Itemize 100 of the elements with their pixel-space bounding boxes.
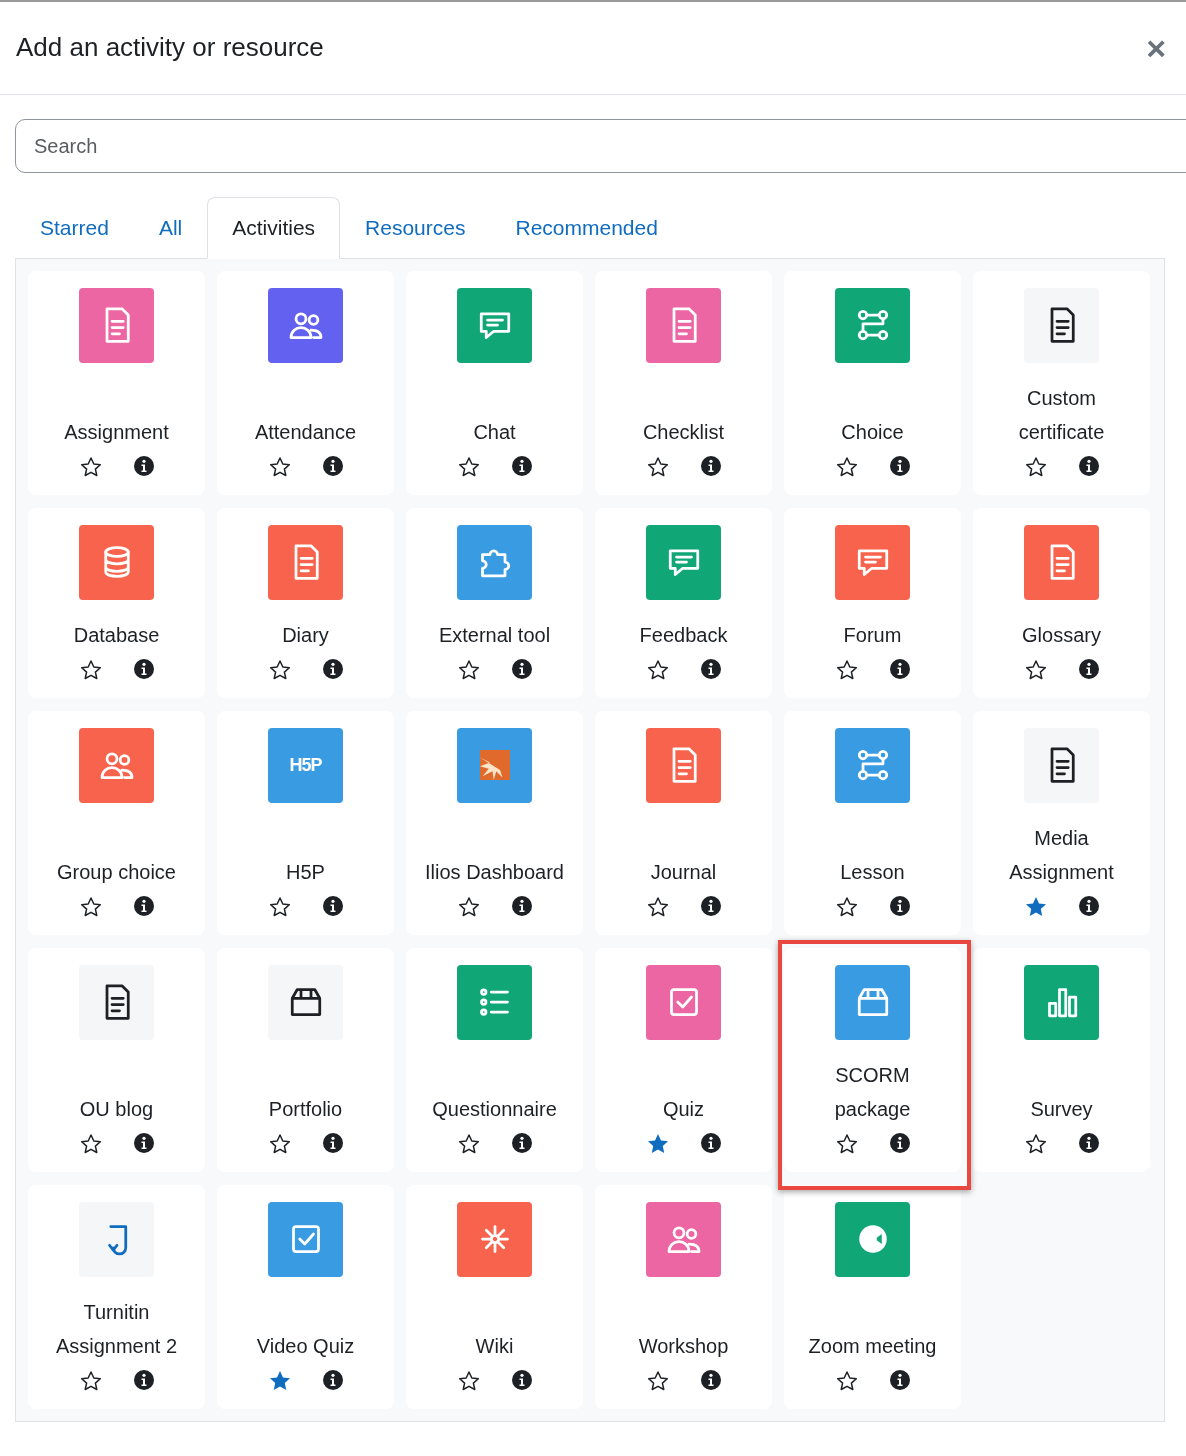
activity-name: Custom certificate (1017, 385, 1106, 445)
activity-card[interactable]: Wiki (406, 1184, 583, 1409)
search-field[interactable]: Search (15, 119, 1186, 173)
activity-name: External tool (437, 622, 552, 648)
tab[interactable]: All (133, 197, 208, 259)
info-icon[interactable] (888, 1131, 911, 1154)
activity-name: Journal (649, 859, 718, 885)
info-icon[interactable] (510, 1131, 533, 1154)
info-icon[interactable] (132, 454, 155, 477)
activity-card[interactable]: Turnitin Assignment 2 (28, 1184, 205, 1409)
info-icon[interactable] (510, 894, 533, 917)
star-icon[interactable] (267, 894, 292, 919)
activity-card[interactable]: Attendance (217, 270, 394, 495)
info-icon[interactable] (321, 657, 344, 680)
star-icon[interactable] (456, 454, 481, 479)
star-icon[interactable] (645, 657, 670, 682)
star-icon[interactable] (267, 657, 292, 682)
activity-card[interactable]: Journal (595, 710, 772, 935)
info-icon[interactable] (321, 1131, 344, 1154)
activity-card[interactable]: Ilios Dashboard (406, 710, 583, 935)
star-icon[interactable] (456, 1368, 481, 1393)
info-icon[interactable] (132, 1368, 155, 1391)
star-icon[interactable] (78, 454, 103, 479)
activity-card[interactable]: Forum (784, 507, 961, 698)
tab[interactable]: Activities (207, 197, 341, 259)
activity-card[interactable]: Database (28, 507, 205, 698)
star-icon[interactable] (78, 894, 103, 919)
star-icon[interactable] (1023, 657, 1048, 682)
activity-name: Questionnaire (431, 1096, 558, 1122)
info-icon[interactable] (132, 657, 155, 680)
activity-name: SCORM package (833, 1062, 912, 1122)
star-icon[interactable] (78, 657, 103, 682)
star-icon[interactable] (267, 1131, 292, 1156)
activity-card[interactable]: Media Assignment (973, 710, 1150, 935)
activity-card[interactable]: Group choice (28, 710, 205, 935)
info-icon[interactable] (1077, 454, 1100, 477)
star-icon[interactable] (645, 894, 670, 919)
info-icon[interactable] (888, 1368, 911, 1391)
star-icon[interactable] (78, 1131, 103, 1156)
star-icon[interactable] (834, 657, 859, 682)
star-icon[interactable] (267, 454, 292, 479)
info-icon[interactable] (888, 894, 911, 917)
info-icon[interactable] (1077, 657, 1100, 680)
activity-card[interactable]: Custom certificate (973, 270, 1150, 495)
activity-card[interactable]: Lesson (784, 710, 961, 935)
star-icon[interactable] (456, 894, 481, 919)
info-icon[interactable] (699, 1368, 722, 1391)
star-icon[interactable] (834, 1368, 859, 1393)
info-icon[interactable] (1077, 1131, 1100, 1154)
star-icon[interactable] (456, 1131, 481, 1156)
info-icon[interactable] (510, 454, 533, 477)
activity-name: Lesson (839, 859, 906, 885)
activity-card[interactable]: Survey (973, 947, 1150, 1172)
tab[interactable]: Recommended (490, 197, 683, 259)
close-button[interactable]: × (1142, 31, 1170, 65)
activity-card[interactable]: Workshop (595, 1184, 772, 1409)
activity-card[interactable]: External tool (406, 507, 583, 698)
info-icon[interactable] (699, 657, 722, 680)
activity-name: Attendance (253, 419, 358, 445)
activity-name: Ilios Dashboard (424, 859, 565, 885)
info-icon[interactable] (510, 657, 533, 680)
star-icon[interactable] (645, 454, 670, 479)
star-icon[interactable] (645, 1368, 670, 1393)
activity-card[interactable]: Quiz (595, 947, 772, 1172)
activity-card[interactable]: Choice (784, 270, 961, 495)
info-icon[interactable] (132, 894, 155, 917)
info-icon[interactable] (321, 894, 344, 917)
activity-card[interactable]: Glossary (973, 507, 1150, 698)
info-icon[interactable] (510, 1368, 533, 1391)
info-icon[interactable] (132, 1131, 155, 1154)
info-icon[interactable] (321, 454, 344, 477)
star-icon[interactable] (456, 657, 481, 682)
info-icon[interactable] (699, 454, 722, 477)
star-icon[interactable] (834, 1131, 859, 1156)
tab[interactable]: Starred (15, 197, 134, 259)
tab[interactable]: Resources (340, 197, 491, 259)
info-icon[interactable] (321, 1368, 344, 1391)
activity-card[interactable]: Questionnaire (406, 947, 583, 1172)
activity-card[interactable]: H5P H5P (217, 710, 394, 935)
logo-text: H5P (289, 753, 322, 777)
activity-card[interactable]: Feedback (595, 507, 772, 698)
activity-card[interactable]: Checklist (595, 270, 772, 495)
activity-card[interactable]: SCORM package (784, 947, 961, 1172)
star-icon[interactable] (1023, 1131, 1048, 1156)
star-icon[interactable] (834, 454, 859, 479)
activity-card[interactable]: Portfolio (217, 947, 394, 1172)
star-icon[interactable] (834, 894, 859, 919)
info-icon[interactable] (888, 454, 911, 477)
star-icon[interactable] (1023, 454, 1048, 479)
info-icon[interactable] (1077, 894, 1100, 917)
activity-name: Assignment (63, 419, 170, 445)
activity-card[interactable]: Assignment (28, 270, 205, 495)
activity-card[interactable]: Chat (406, 270, 583, 495)
info-icon[interactable] (699, 894, 722, 917)
info-icon[interactable] (888, 657, 911, 680)
activity-card[interactable]: Diary (217, 507, 394, 698)
activity-card[interactable]: Video Quiz (217, 1184, 394, 1409)
activity-card[interactable]: OU blog (28, 947, 205, 1172)
star-icon[interactable] (78, 1368, 103, 1393)
info-icon[interactable] (699, 1131, 722, 1154)
